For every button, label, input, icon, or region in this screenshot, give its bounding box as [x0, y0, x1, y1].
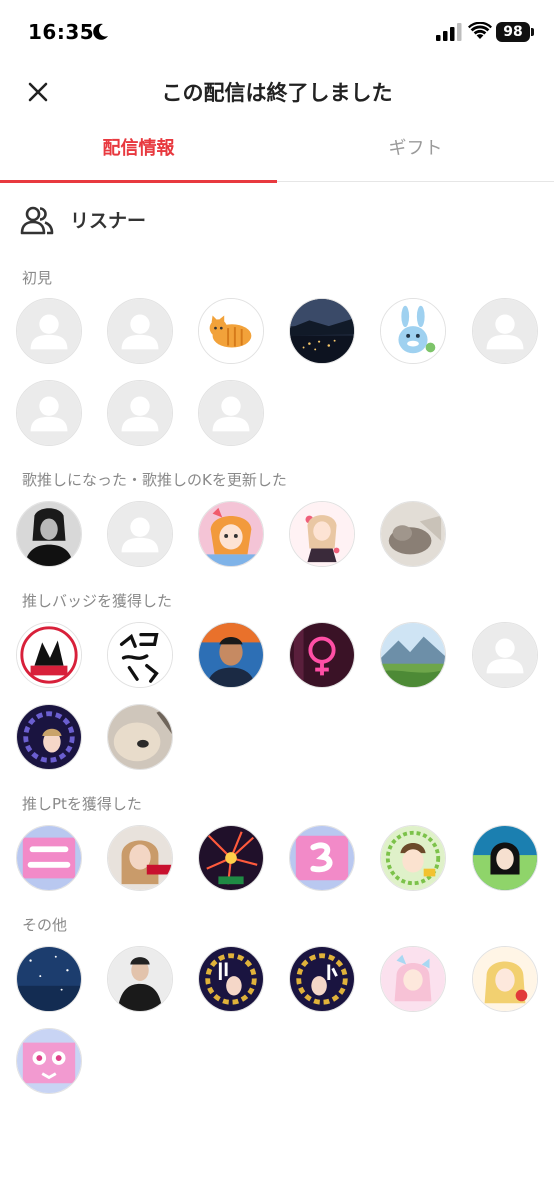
avatar-anniversary-logo[interactable]: [16, 622, 82, 688]
section-title-first-time: 初見: [22, 269, 53, 287]
avatar-woman-selfie[interactable]: [107, 825, 173, 891]
section-title-other: その他: [22, 916, 68, 934]
avatar-placeholder[interactable]: [107, 501, 173, 567]
avatar-cat[interactable]: [198, 298, 264, 364]
status-bar: 16:35 98: [0, 0, 554, 64]
avatar-number-three[interactable]: [289, 825, 355, 891]
avatar-placeholder[interactable]: [472, 298, 538, 364]
avatar-anime-girl-blonde[interactable]: [472, 946, 538, 1012]
avatar-anime-boy[interactable]: [380, 825, 446, 891]
avatar-anime-girl-orange[interactable]: [198, 501, 264, 567]
nav-bar: この配信は終了しました: [0, 64, 554, 120]
avatar-floral-frame[interactable]: [289, 946, 355, 1012]
avatar-anime-girl-pink[interactable]: [289, 501, 355, 567]
avatar-man-photo[interactable]: [198, 622, 264, 688]
avatar-anime-blue-hair[interactable]: [472, 825, 538, 891]
avatar-night-city[interactable]: [289, 298, 355, 364]
avatar-anime-girl-pastel[interactable]: [380, 946, 446, 1012]
status-time: 16:35: [28, 20, 95, 44]
signal-icon: [436, 23, 462, 41]
battery-cap: [531, 28, 534, 36]
active-tab-indicator: [0, 180, 277, 183]
listener-label: リスナー: [70, 210, 147, 232]
avatar-placeholder[interactable]: [107, 298, 173, 364]
avatar-calligraphy[interactable]: [107, 622, 173, 688]
avatar-dog-photo[interactable]: [107, 704, 173, 770]
page-title: この配信は終了しました: [161, 81, 393, 105]
avatar-placeholder[interactable]: [472, 622, 538, 688]
users-icon: [20, 206, 54, 235]
avatar-floral-frame[interactable]: [16, 704, 82, 770]
avatar-firework-art[interactable]: [198, 825, 264, 891]
tab-gift[interactable]: ギフト: [277, 124, 554, 182]
avatar-placeholder[interactable]: [16, 380, 82, 446]
avatar-floral-frame[interactable]: [198, 946, 264, 1012]
avatar-starry-sky[interactable]: [16, 946, 82, 1012]
avatar-pink-eyes[interactable]: [16, 1028, 82, 1094]
avatar-placeholder[interactable]: [107, 380, 173, 446]
avatar-portrait-bw[interactable]: [16, 501, 82, 567]
avatar-landscape-painting[interactable]: [380, 622, 446, 688]
section-title-fan-pt: 推しPtを獲得した: [22, 795, 142, 813]
avatar-neon-sign[interactable]: [289, 622, 355, 688]
battery-icon: 98: [496, 22, 530, 42]
wifi-icon: [468, 22, 492, 39]
moon-icon: [93, 23, 108, 40]
avatar-blue-character[interactable]: [380, 298, 446, 364]
avatar-pink-stripes[interactable]: [16, 825, 82, 891]
avatar-placeholder[interactable]: [16, 298, 82, 364]
tab-bar: 配信情報 ギフト: [0, 124, 554, 183]
avatar-sleeping-cat[interactable]: [380, 501, 446, 567]
avatar-placeholder[interactable]: [198, 380, 264, 446]
avatar-man-black-suit[interactable]: [107, 946, 173, 1012]
tab-stream-info[interactable]: 配信情報: [0, 124, 277, 182]
section-title-song-fan: 歌推しになった・歌推しのKを更新した: [22, 471, 287, 489]
section-title-fan-badge: 推しバッジを獲得した: [22, 592, 173, 610]
